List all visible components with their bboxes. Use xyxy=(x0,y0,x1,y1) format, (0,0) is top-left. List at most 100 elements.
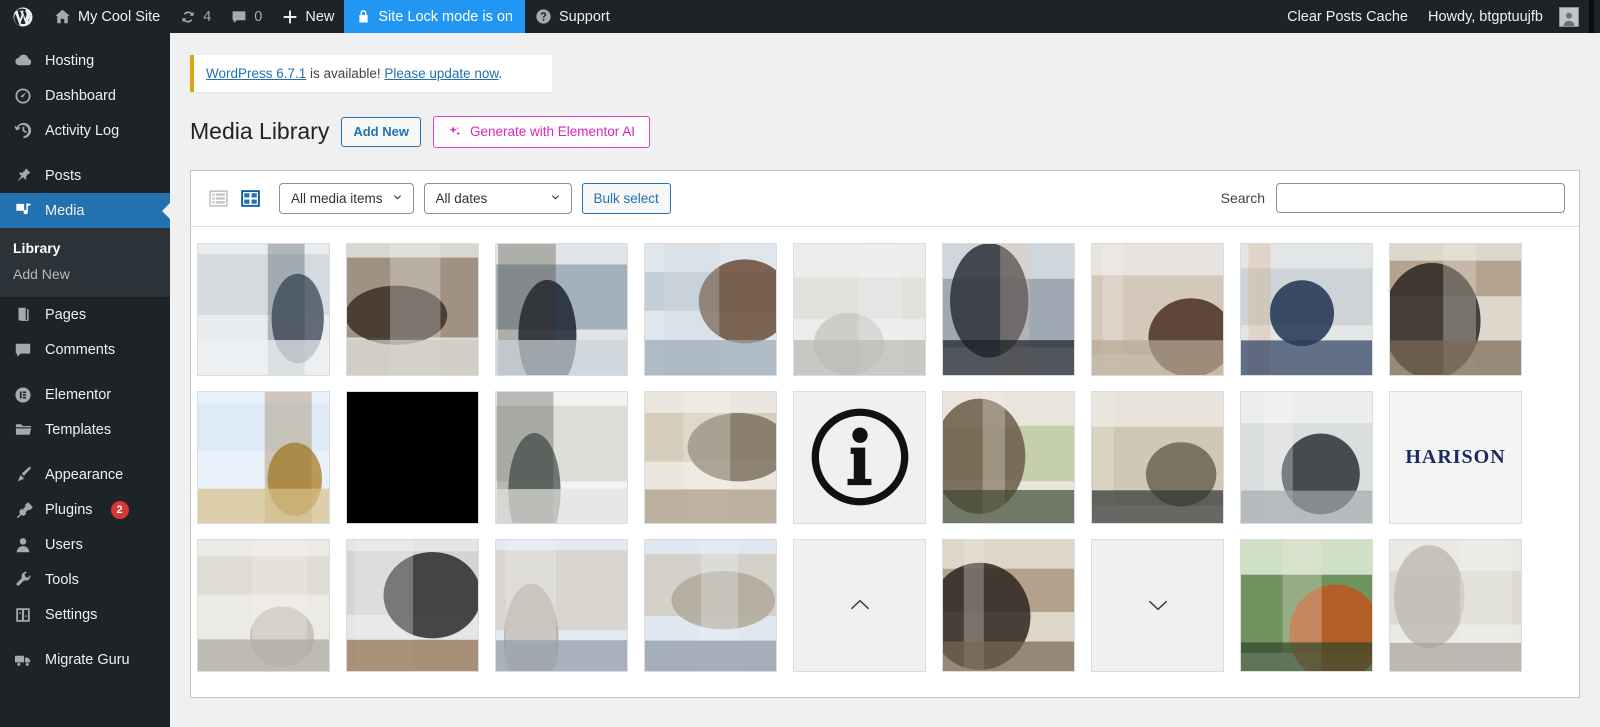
sidebar-separator xyxy=(0,447,170,457)
sidebar-item-migrate-guru[interactable]: Migrate Guru xyxy=(0,642,170,677)
media-thumbnail xyxy=(1092,391,1223,523)
sidebar-item-templates[interactable]: Templates xyxy=(0,412,170,447)
media-thumbnail xyxy=(943,243,1074,375)
sidebar-item-tools[interactable]: Tools xyxy=(0,562,170,597)
site-lock-mode-button[interactable]: Site Lock mode is on xyxy=(344,0,525,33)
sidebar-item-comments[interactable]: Comments xyxy=(0,332,170,367)
search-input[interactable] xyxy=(1276,183,1565,214)
admin-bar-right-group: Clear Posts Cache Howdy, btgptuujfb xyxy=(1277,0,1600,33)
submenu-item-library[interactable]: Library xyxy=(0,235,170,261)
media-item-colleagues-high-five-celebrating[interactable] xyxy=(1091,390,1224,524)
chevron-down-icon xyxy=(1092,540,1223,671)
media-item-office-building-facade[interactable] xyxy=(644,538,777,672)
pin-icon xyxy=(13,166,33,186)
media-thumbnail xyxy=(496,391,627,523)
media-item-white-columns-hallway[interactable] xyxy=(1389,538,1522,672)
sidebar-item-settings[interactable]: Settings xyxy=(0,597,170,632)
media-item-white-columns-colonnade[interactable] xyxy=(197,538,330,672)
media-item-solid-black-image[interactable] xyxy=(346,390,479,524)
account-menu[interactable]: Howdy, btgptuujfb xyxy=(1418,0,1589,33)
media-item-man-with-glasses-portrait[interactable] xyxy=(942,242,1075,376)
media-item-woman-celebrating-at-laptop[interactable] xyxy=(346,538,479,672)
media-item-man-in-navy-cardigan-by-window[interactable] xyxy=(495,242,628,376)
media-item-modern-office-building[interactable] xyxy=(495,538,628,672)
media-item-handshake-with-notebook[interactable] xyxy=(942,538,1075,672)
media-item-man-in-suit-writing-at-desk[interactable] xyxy=(197,242,330,376)
media-thumbnail xyxy=(198,243,329,375)
date-filter[interactable]: All dates xyxy=(423,182,572,214)
media-item-woman-with-arms-crossed[interactable] xyxy=(644,242,777,376)
chevron-up-icon xyxy=(794,540,925,671)
sidebar-item-users[interactable]: Users xyxy=(0,527,170,562)
media-type-filter[interactable]: All media items xyxy=(279,182,414,214)
media-thumbnail xyxy=(1241,391,1372,523)
bulk-select-button[interactable]: Bulk select xyxy=(581,182,671,214)
wordpress-version-link[interactable]: WordPress 6.7.1 xyxy=(206,66,306,81)
sidebar-item-elementor[interactable]: Elementor xyxy=(0,377,170,412)
admin-bar: My Cool Site 4 0 New Site Lock mode is o… xyxy=(0,0,1600,33)
media-item-placeholder-chevron-up[interactable] xyxy=(793,538,926,672)
media-item-harison-logo[interactable]: HARISON xyxy=(1389,390,1522,524)
media-thumbnail xyxy=(645,391,776,523)
add-new-button[interactable]: Add New xyxy=(341,116,421,147)
sidebar-item-dashboard[interactable]: Dashboard xyxy=(0,78,170,113)
media-thumbnail xyxy=(198,539,329,671)
sidebar-item-label: Elementor xyxy=(45,386,112,403)
grid-view-icon[interactable] xyxy=(237,185,263,211)
comments-button[interactable]: 0 xyxy=(221,0,272,33)
media-item-bearded-man-on-phone[interactable] xyxy=(1240,242,1373,376)
sidebar-item-label: Appearance xyxy=(45,466,124,483)
notice-middle-text: is available! xyxy=(306,66,385,81)
sidebar-item-hosting[interactable]: Hosting xyxy=(0,43,170,78)
new-content-label: New xyxy=(305,8,335,25)
wordpress-logo-button[interactable] xyxy=(0,0,44,33)
media-thumbnail xyxy=(645,243,776,375)
media-item-team-presentation-meeting[interactable] xyxy=(942,390,1075,524)
sidebar-item-label: Pages xyxy=(45,306,87,323)
media-item-handshake-over-desk[interactable] xyxy=(1389,242,1522,376)
sidebar-item-plugins[interactable]: Plugins 2 xyxy=(0,492,170,527)
new-content-button[interactable]: New xyxy=(272,0,344,33)
sidebar-item-label: Hosting xyxy=(45,52,95,69)
media-item-golden-angel-statue[interactable] xyxy=(197,390,330,524)
sidebar-item-appearance[interactable]: Appearance xyxy=(0,457,170,492)
media-item-info-icon-placeholder[interactable] xyxy=(793,390,926,524)
sidebar-item-pages[interactable]: Pages xyxy=(0,297,170,332)
media-item-team-high-five-at-table[interactable] xyxy=(644,390,777,524)
media-item-white-corridor-staircase[interactable] xyxy=(793,242,926,376)
clear-posts-cache-button[interactable]: Clear Posts Cache xyxy=(1277,0,1418,33)
media-item-placeholder-chevron-down[interactable] xyxy=(1091,538,1224,672)
truck-icon xyxy=(13,650,33,670)
list-view-icon[interactable] xyxy=(205,185,231,211)
view-mode-toggle xyxy=(205,185,263,211)
plug-icon xyxy=(13,500,33,520)
sidebar-separator xyxy=(0,632,170,642)
elementor-e-icon xyxy=(13,385,33,405)
updates-button[interactable]: 4 xyxy=(170,0,221,33)
media-item-two-women-in-office-meeting[interactable] xyxy=(495,390,628,524)
generate-with-elementor-ai-button[interactable]: Generate with Elementor AI xyxy=(432,116,651,148)
media-submenu: Library Add New xyxy=(0,228,170,297)
media-item-smiling-woman-in-white-shirt[interactable] xyxy=(346,242,479,376)
sidebar-item-media[interactable]: Media xyxy=(0,193,170,228)
sidebar-item-label: Posts xyxy=(45,167,82,184)
comments-count: 0 xyxy=(254,8,263,25)
site-lock-mode-label: Site Lock mode is on xyxy=(378,8,513,25)
logo-text: HARISON xyxy=(1405,445,1506,468)
media-thumbnail xyxy=(496,243,627,375)
sidebar-item-posts[interactable]: Posts xyxy=(0,158,170,193)
support-button[interactable]: Support xyxy=(525,0,620,33)
media-item-smiling-woman-in-white-blazer[interactable] xyxy=(1091,242,1224,376)
date-filter-value: All dates xyxy=(435,190,488,206)
avatar xyxy=(1559,6,1579,27)
sidebar-item-activity-log[interactable]: Activity Log xyxy=(0,113,170,148)
media-item-woman-at-desk-with-laptop[interactable] xyxy=(1240,390,1373,524)
please-update-now-link[interactable]: Please update now xyxy=(384,66,498,81)
lock-icon xyxy=(356,9,371,24)
submenu-item-add-new[interactable]: Add New xyxy=(0,261,170,287)
sidebar-item-label: Tools xyxy=(45,571,79,588)
media-panel: All media items All dates Bulk select Se… xyxy=(190,169,1580,698)
updates-count: 4 xyxy=(203,8,212,25)
site-name-menu[interactable]: My Cool Site xyxy=(44,0,170,33)
media-item-two-colleagues-on-couch-with-laptop[interactable] xyxy=(1240,538,1373,672)
